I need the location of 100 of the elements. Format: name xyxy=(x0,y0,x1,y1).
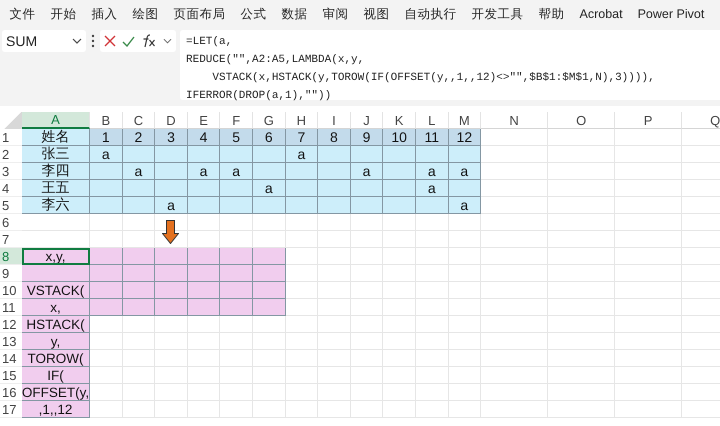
table-cell[interactable]: a xyxy=(448,163,482,180)
table-cell[interactable] xyxy=(252,282,286,299)
table-cell[interactable] xyxy=(155,265,188,282)
table-cell[interactable] xyxy=(220,146,253,163)
table-cell[interactable] xyxy=(286,163,318,180)
table-cell[interactable] xyxy=(252,299,286,316)
chevron-down-icon[interactable] xyxy=(163,38,172,44)
table-cell[interactable]: OFFSET(y, xyxy=(22,384,90,401)
ribbon-tab[interactable]: 开始 xyxy=(43,6,84,22)
table-cell[interactable]: 王五 xyxy=(22,180,90,197)
table-cell[interactable] xyxy=(122,248,156,265)
column-header[interactable]: H xyxy=(286,112,318,129)
table-cell[interactable] xyxy=(383,146,416,163)
table-cell[interactable] xyxy=(220,180,253,197)
table-cell[interactable]: a xyxy=(448,197,482,214)
table-cell[interactable]: 12 xyxy=(448,129,482,146)
table-cell[interactable] xyxy=(383,163,416,180)
table-cell[interactable]: y, xyxy=(22,333,90,350)
more-options-icon[interactable] xyxy=(90,34,96,48)
column-header[interactable]: I xyxy=(318,112,351,129)
table-cell[interactable] xyxy=(188,248,220,265)
table-cell[interactable]: HSTACK( xyxy=(22,316,90,333)
table-cell[interactable] xyxy=(448,180,482,197)
table-cell[interactable]: 6 xyxy=(252,129,286,146)
column-header[interactable]: F xyxy=(220,112,253,129)
ribbon-tab[interactable]: 自动执行 xyxy=(397,6,464,22)
ribbon-tab[interactable]: 审阅 xyxy=(315,6,356,22)
table-cell[interactable] xyxy=(90,282,123,299)
table-cell[interactable] xyxy=(318,146,351,163)
table-cell[interactable]: 5 xyxy=(220,129,253,146)
table-cell[interactable] xyxy=(383,197,416,214)
table-cell[interactable] xyxy=(252,197,286,214)
table-cell[interactable] xyxy=(448,146,482,163)
column-header[interactable]: D xyxy=(155,112,188,129)
table-cell[interactable]: 8 xyxy=(318,129,351,146)
table-cell[interactable] xyxy=(188,180,220,197)
ribbon-tab[interactable]: 帮助 xyxy=(531,6,572,22)
ribbon-tab[interactable]: 文件 xyxy=(2,6,43,22)
column-header[interactable]: P xyxy=(615,112,682,129)
table-cell[interactable]: 9 xyxy=(350,129,384,146)
table-cell[interactable]: a xyxy=(220,163,253,180)
table-cell[interactable] xyxy=(252,248,286,265)
table-cell[interactable]: a xyxy=(416,163,449,180)
table-cell[interactable] xyxy=(90,163,123,180)
table-cell[interactable] xyxy=(90,265,123,282)
table-cell[interactable]: 11 xyxy=(416,129,449,146)
table-cell[interactable]: a xyxy=(416,180,449,197)
table-cell[interactable] xyxy=(220,197,253,214)
checkmark-icon[interactable] xyxy=(122,36,135,46)
table-cell[interactable] xyxy=(155,282,188,299)
column-header[interactable]: C xyxy=(122,112,156,129)
table-cell[interactable] xyxy=(155,146,188,163)
table-cell[interactable]: 姓名 xyxy=(22,129,90,146)
name-box[interactable]: SUM xyxy=(2,30,86,52)
table-cell[interactable] xyxy=(252,163,286,180)
table-cell[interactable] xyxy=(188,197,220,214)
table-cell[interactable]: a xyxy=(286,146,318,163)
table-cell[interactable] xyxy=(416,146,449,163)
table-cell[interactable] xyxy=(286,180,318,197)
table-cell[interactable] xyxy=(383,180,416,197)
column-header[interactable]: G xyxy=(252,112,286,129)
formula-input[interactable]: =LET(a, REDUCE("",A2:A5,LAMBDA(x,y, VSTACK(x,HSTACK(y,TOROW(IF(OFFSET(y,,1,,12)<>"",$B$1:$M$1,N),3)))), IFERROR(DROP(a,1),"")) xyxy=(180,30,720,100)
table-cell[interactable] xyxy=(318,180,351,197)
ribbon-tab[interactable]: 视图 xyxy=(356,6,397,22)
table-cell[interactable]: VSTACK( xyxy=(22,282,90,299)
row-header[interactable]: 8 xyxy=(0,248,22,265)
ribbon-tab[interactable]: 开发工具 xyxy=(464,6,531,22)
table-cell[interactable]: 李六 xyxy=(22,197,90,214)
table-cell[interactable] xyxy=(188,299,220,316)
ribbon-tab[interactable]: 公式 xyxy=(233,6,274,22)
table-cell[interactable] xyxy=(318,197,351,214)
table-cell[interactable] xyxy=(188,282,220,299)
table-cell[interactable]: 10 xyxy=(383,129,416,146)
table-cell[interactable] xyxy=(350,146,384,163)
ribbon-tab[interactable]: Power Pivot xyxy=(630,7,712,21)
table-cell[interactable]: 2 xyxy=(122,129,156,146)
column-header[interactable]: N xyxy=(481,112,548,129)
ribbon-tab[interactable]: Acrobat xyxy=(572,7,630,21)
table-cell[interactable] xyxy=(90,197,123,214)
table-cell[interactable] xyxy=(286,197,318,214)
table-cell[interactable] xyxy=(90,248,123,265)
table-cell[interactable] xyxy=(90,299,123,316)
table-cell[interactable] xyxy=(122,265,156,282)
table-cell[interactable]: ,1,,12 xyxy=(22,401,90,418)
table-cell[interactable] xyxy=(155,163,188,180)
table-cell[interactable]: a xyxy=(155,197,188,214)
table-cell[interactable]: a xyxy=(350,163,384,180)
row-header[interactable]: 6 xyxy=(0,214,22,231)
ribbon-tab[interactable]: 插入 xyxy=(84,6,125,22)
column-header[interactable]: J xyxy=(350,112,384,129)
table-cell[interactable] xyxy=(122,180,156,197)
ribbon-tab[interactable]: 数据 xyxy=(274,6,315,22)
table-cell[interactable] xyxy=(122,282,156,299)
table-cell[interactable] xyxy=(122,146,156,163)
table-cell[interactable] xyxy=(350,197,384,214)
column-header[interactable]: O xyxy=(548,112,616,129)
table-cell[interactable] xyxy=(350,180,384,197)
column-header[interactable]: E xyxy=(188,112,220,129)
table-cell[interactable] xyxy=(155,299,188,316)
column-header[interactable]: A xyxy=(22,112,90,129)
